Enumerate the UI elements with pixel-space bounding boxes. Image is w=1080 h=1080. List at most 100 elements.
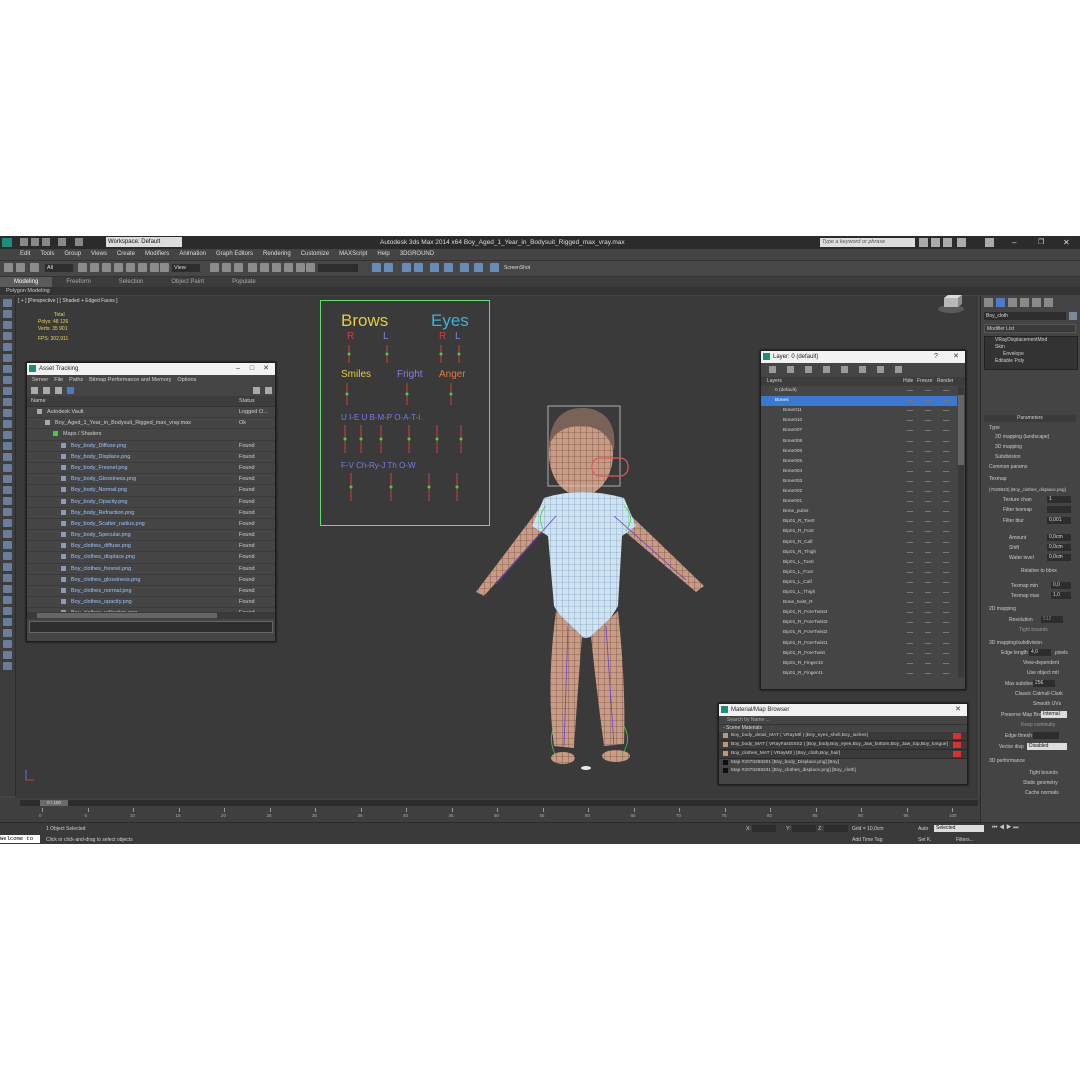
render-toggle[interactable] xyxy=(943,642,949,644)
tab-selection[interactable]: Selection xyxy=(105,277,158,287)
left-tool-icon[interactable] xyxy=(3,398,12,406)
left-tool-icon[interactable] xyxy=(3,376,12,384)
hierarchy-tab-icon[interactable] xyxy=(1008,298,1017,307)
layer-node-row[interactable]: Bone_twist_R xyxy=(761,598,957,608)
render-toggle[interactable] xyxy=(943,470,949,472)
link-icon[interactable] xyxy=(30,263,39,272)
render-toggle[interactable] xyxy=(943,390,949,391)
left-tool-icon[interactable] xyxy=(3,464,12,472)
freeze-toggle[interactable] xyxy=(925,571,931,573)
freeze-toggle[interactable] xyxy=(925,551,931,553)
asset-row[interactable]: Boy_body_Diffuse.png Found xyxy=(27,441,275,452)
asset-row[interactable]: Maps / Shaders xyxy=(27,429,275,441)
menu-item[interactable]: Edit xyxy=(0,249,35,260)
hide-toggle[interactable] xyxy=(907,581,913,583)
use-object-mtl-checkbox[interactable]: Use object mtl xyxy=(1027,670,1059,676)
select-layer-icon[interactable] xyxy=(769,366,776,373)
left-tool-icon[interactable] xyxy=(3,486,12,494)
hide-toggle[interactable] xyxy=(907,652,913,654)
material-row[interactable]: Boy_clothes_MAT ( VRayMtl ) [Boy_cloth,B… xyxy=(719,750,967,759)
key-filter-dropdown[interactable]: Selected xyxy=(934,825,984,832)
menu-bitmap-performance[interactable]: Bitmap Performance and Memory xyxy=(86,377,174,383)
asset-row[interactable]: Boy_clothes_normal.png Found xyxy=(27,586,275,598)
minimize-icon[interactable]: – xyxy=(231,363,245,375)
freeze-toggle[interactable] xyxy=(925,622,931,624)
left-tool-icon[interactable] xyxy=(3,596,12,604)
hide-toggle[interactable] xyxy=(907,450,913,452)
close-icon[interactable]: ✕ xyxy=(949,351,963,363)
asset-row[interactable]: Boy_clothes_diffuse.png Found xyxy=(27,541,275,553)
layer-node-row[interactable]: Bone005 xyxy=(761,457,957,467)
edge-length-field[interactable]: 4,0 xyxy=(1029,649,1051,656)
menu-item[interactable]: Modifiers xyxy=(140,249,174,260)
render-toggle[interactable] xyxy=(943,632,949,634)
hide-toggle[interactable] xyxy=(907,511,913,513)
left-tool-icon[interactable] xyxy=(3,519,12,527)
freeze-toggle[interactable] xyxy=(925,581,931,583)
layer-node-row[interactable]: Bone007 xyxy=(761,426,957,436)
layer-node-row[interactable]: Bone003 xyxy=(761,477,957,487)
hide-toggle[interactable] xyxy=(907,491,913,492)
freeze-toggle[interactable] xyxy=(925,662,931,664)
freeze-toggle[interactable] xyxy=(925,672,931,674)
render-toggle[interactable] xyxy=(943,541,949,543)
hide-toggle[interactable] xyxy=(907,470,913,472)
object-name-field[interactable]: Boy_cloth xyxy=(984,312,1066,320)
app-logo-icon[interactable] xyxy=(2,238,12,247)
select-icon[interactable] xyxy=(78,263,87,272)
scrollbar-thumb[interactable] xyxy=(958,395,964,465)
maximize-icon[interactable]: ❐ xyxy=(1038,236,1044,249)
layer-node-row[interactable]: Bone006 xyxy=(761,447,957,457)
close-icon[interactable]: ✕ xyxy=(951,704,965,716)
redo-icon[interactable] xyxy=(75,238,83,246)
freeze-toggle[interactable] xyxy=(925,400,931,402)
freeze-toggle[interactable] xyxy=(925,440,931,442)
field-value[interactable]: 0,0cm xyxy=(1047,554,1071,561)
freeze-toggle[interactable] xyxy=(925,561,931,563)
render-toggle[interactable] xyxy=(943,612,949,614)
hide-toggle[interactable] xyxy=(907,592,913,593)
material-browser-window[interactable]: Material/Map Browser ✕ Search by Name ..… xyxy=(718,703,968,785)
modifier-stack[interactable]: VRayDisplacementMod Skin Envelope Editab… xyxy=(984,336,1078,370)
scrollbar-thumb[interactable] xyxy=(37,613,217,618)
left-tool-icon[interactable] xyxy=(3,321,12,329)
y-coord-field[interactable] xyxy=(792,825,816,832)
new-file-icon[interactable] xyxy=(20,238,28,246)
menu-item[interactable]: Help xyxy=(372,249,394,260)
layer-node-row[interactable]: Bip01_R_ForeTwist4 xyxy=(761,608,957,618)
render-toggle[interactable] xyxy=(943,521,949,523)
schematic-icon[interactable] xyxy=(414,263,423,272)
texmap-button[interactable]: (7029823) (Boy_clothes_displace.png) xyxy=(989,487,1066,492)
hide-toggle[interactable] xyxy=(907,571,913,573)
timeline-ruler[interactable]: 0 5 10 15 20 25 30 35 40 45 50 55 60 65 70 75 80 85 90 95 10… xyxy=(20,808,978,822)
auto-key-button[interactable]: Auto xyxy=(918,826,928,832)
material-search-input[interactable]: Search by Name ... xyxy=(719,716,967,725)
hide-toggle[interactable] xyxy=(907,521,913,523)
hide-toggle[interactable] xyxy=(907,602,913,604)
menu-item[interactable]: Animation xyxy=(174,249,211,260)
freeze-toggle[interactable] xyxy=(925,470,931,472)
motion-tab-icon[interactable] xyxy=(1020,298,1029,307)
render-toggle[interactable] xyxy=(943,410,949,412)
freeze-all-icon[interactable] xyxy=(895,366,902,373)
timeline[interactable]: 0 / 100 0 5 10 15 20 25 30 35 40 45 50 55 60 65 70 75 80… xyxy=(0,798,980,822)
left-tool-icon[interactable] xyxy=(3,574,12,582)
polygon-modeling-label[interactable]: Polygon Modeling xyxy=(0,287,1080,295)
help-icon[interactable]: ? xyxy=(929,351,943,363)
left-tool-icon[interactable] xyxy=(3,332,12,340)
render-toggle[interactable] xyxy=(943,511,949,513)
search-input[interactable]: Type a keyword or phrase xyxy=(820,238,915,247)
left-tool-icon[interactable] xyxy=(3,420,12,428)
hide-toggle[interactable] xyxy=(907,420,913,422)
help-icon[interactable] xyxy=(253,387,260,394)
tab-populate[interactable]: Populate xyxy=(218,277,270,287)
vertical-scrollbar[interactable] xyxy=(958,387,964,677)
left-tool-icon[interactable] xyxy=(3,442,12,450)
hide-toggle[interactable] xyxy=(907,561,913,563)
stack-item[interactable]: Editable Poly xyxy=(985,358,1077,365)
layer-row[interactable]: 0 (default) xyxy=(761,386,957,396)
left-tool-icon[interactable] xyxy=(3,475,12,483)
render-toggle[interactable] xyxy=(943,440,949,442)
left-tool-icon[interactable] xyxy=(3,409,12,417)
left-tool-icon[interactable] xyxy=(3,354,12,362)
